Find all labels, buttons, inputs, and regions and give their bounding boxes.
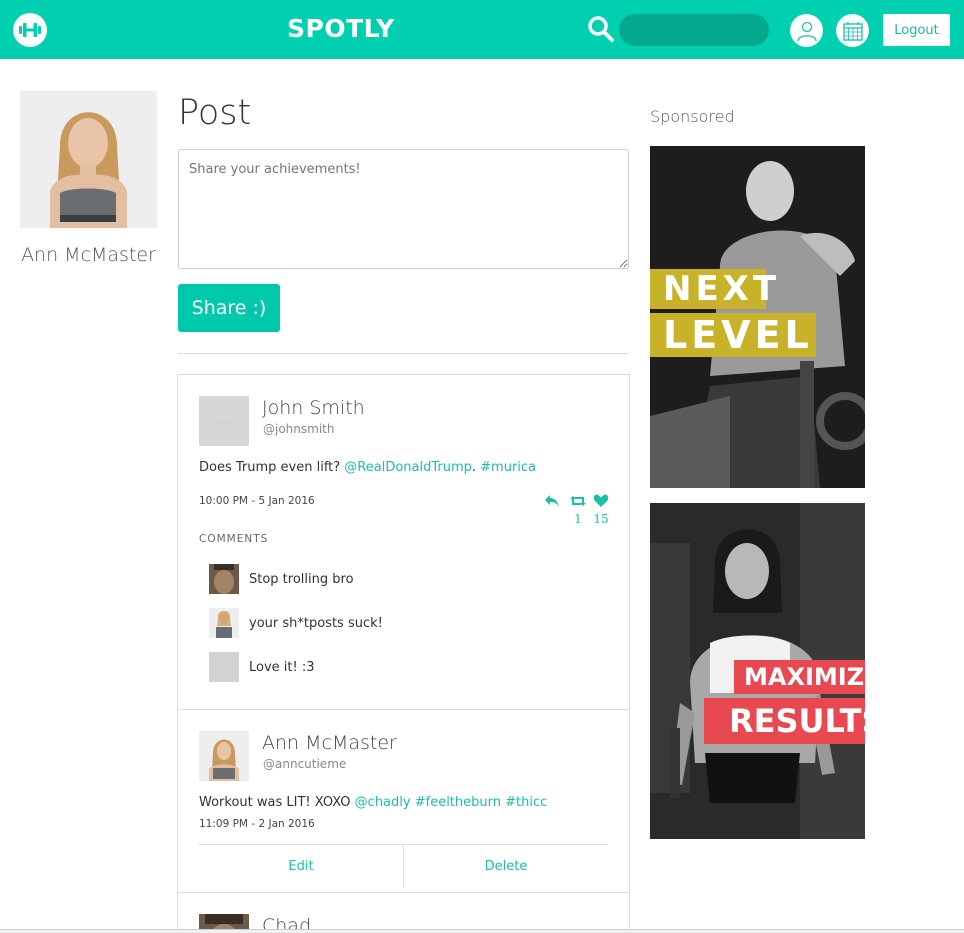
heart-icon: [593, 494, 609, 507]
retweet-button[interactable]: 1: [568, 493, 588, 526]
share-button[interactable]: Share :): [178, 284, 280, 332]
post-textarea[interactable]: [178, 149, 629, 269]
comment-avatar[interactable]: [209, 608, 239, 638]
sponsored-label: Sponsored: [650, 107, 735, 126]
hashtag-link[interactable]: #feeltheburn #thicc: [411, 795, 548, 810]
avatar[interactable]: ·· ··: [199, 396, 249, 446]
sponsored-ad[interactable]: MAXIMIZE RESULTS: [650, 503, 865, 839]
top-nav: SPOTLY Logout: [0, 0, 964, 59]
retweet-icon: [570, 496, 586, 506]
search-icon[interactable]: [587, 15, 615, 43]
comment-item: your sh*tposts suck!: [209, 608, 383, 638]
window-bottom-edge: [0, 929, 964, 933]
ad-headline-1: NEXT: [650, 269, 776, 309]
search-input[interactable]: [619, 14, 769, 46]
post-timestamp: 11:09 PM - 2 Jan 2016: [199, 818, 315, 830]
post-card: Ann McMaster @anncutieme Workout was LIT…: [178, 710, 629, 893]
logout-button[interactable]: Logout: [883, 14, 950, 46]
delete-button[interactable]: Delete: [403, 845, 608, 888]
ad-headline-2: RESULTS: [704, 698, 865, 744]
post-text-plain: Workout was LIT! XOXO: [199, 795, 355, 810]
post-feed: ·· ·· John Smith @johnsmith Does Trump e…: [177, 374, 630, 933]
comment-text: your sh*tposts suck!: [249, 615, 383, 631]
mention-link[interactable]: @RealDonaldTrump: [344, 460, 472, 475]
calendar-icon[interactable]: [836, 14, 869, 47]
reply-icon: [545, 495, 559, 507]
post-handle[interactable]: @johnsmith: [263, 422, 334, 436]
post-text-plain: Does Trump even lift?: [199, 460, 345, 475]
reply-button[interactable]: [542, 493, 562, 512]
svg-text:·· ··: ·· ··: [220, 420, 228, 426]
post-card: ·· ·· John Smith @johnsmith Does Trump e…: [178, 375, 629, 710]
comments-label: COMMENTS: [199, 533, 269, 545]
dumbbell-logo-icon[interactable]: [13, 13, 47, 47]
post-author[interactable]: John Smith: [262, 397, 365, 419]
mention-link[interactable]: @chadly: [355, 795, 411, 810]
ad-headline-1: MAXIMIZE: [734, 660, 865, 694]
post-text: Workout was LIT! XOXO @chadly #feelthebu…: [199, 795, 547, 810]
page-title: Post: [178, 93, 252, 133]
divider: [178, 353, 629, 354]
user-profile-icon[interactable]: [790, 14, 823, 47]
retweet-count: 1: [574, 512, 582, 526]
post-timestamp: 10:00 PM - 5 Jan 2016: [199, 495, 315, 507]
comment-avatar[interactable]: [209, 652, 239, 682]
profile-name[interactable]: Ann McMaster: [20, 244, 157, 266]
post-text-sep: .: [471, 460, 481, 475]
post-author[interactable]: Ann McMaster: [262, 732, 397, 754]
post-handle[interactable]: @anncutieme: [263, 757, 346, 771]
sponsored-ad[interactable]: NEXT LEVEL: [650, 146, 865, 488]
ad-headline-text: MAXIMIZE: [744, 663, 865, 691]
like-button[interactable]: 15: [591, 493, 611, 526]
brand-name[interactable]: SPOTLY: [287, 14, 395, 43]
comment-text: Love it! :3: [249, 659, 315, 675]
profile-photo[interactable]: [20, 91, 157, 228]
post-card: Chad: [178, 893, 629, 933]
comment-avatar[interactable]: [209, 564, 239, 594]
edit-button[interactable]: Edit: [199, 845, 403, 888]
avatar[interactable]: [199, 731, 249, 781]
ad-headline-text: LEVEL: [663, 313, 813, 357]
ad-headline-2: LEVEL: [650, 313, 816, 357]
hashtag-link[interactable]: #murica: [480, 460, 536, 475]
post-text: Does Trump even lift? @RealDonaldTrump. …: [199, 460, 536, 475]
ad-headline-text: NEXT: [663, 269, 781, 309]
comment-item: Love it! :3: [209, 652, 315, 682]
ad-headline-text: RESULTS: [729, 702, 865, 740]
post-actions: Edit Delete: [199, 844, 608, 888]
comment-item: Stop trolling bro: [209, 564, 354, 594]
comment-text: Stop trolling bro: [249, 571, 354, 587]
like-count: 15: [593, 512, 609, 526]
